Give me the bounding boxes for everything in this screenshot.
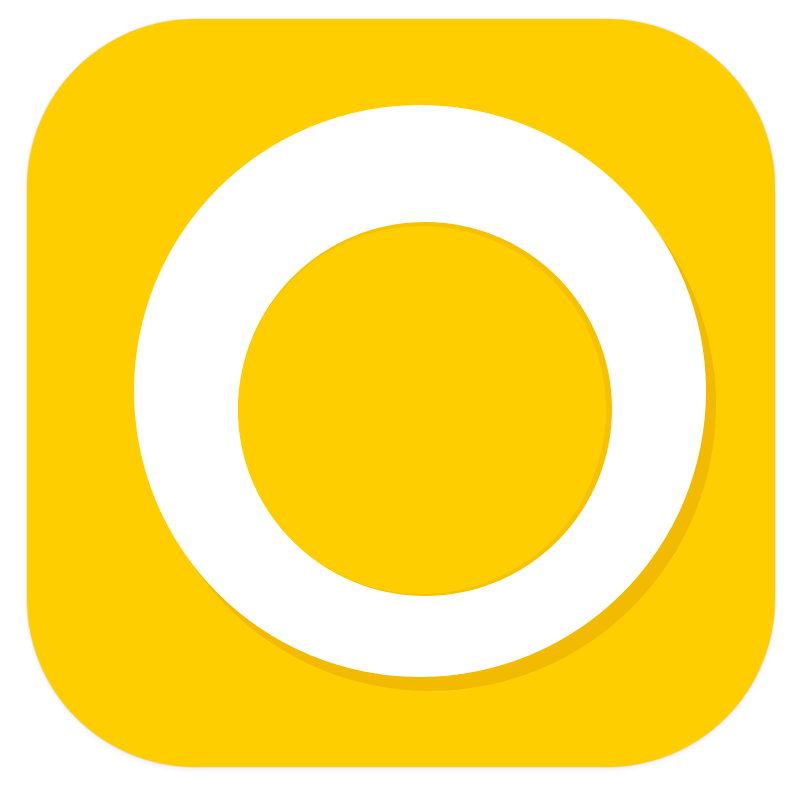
screen — [0, 0, 800, 788]
yellow-center-circle — [238, 226, 606, 594]
app-icon[interactable] — [27, 19, 775, 767]
